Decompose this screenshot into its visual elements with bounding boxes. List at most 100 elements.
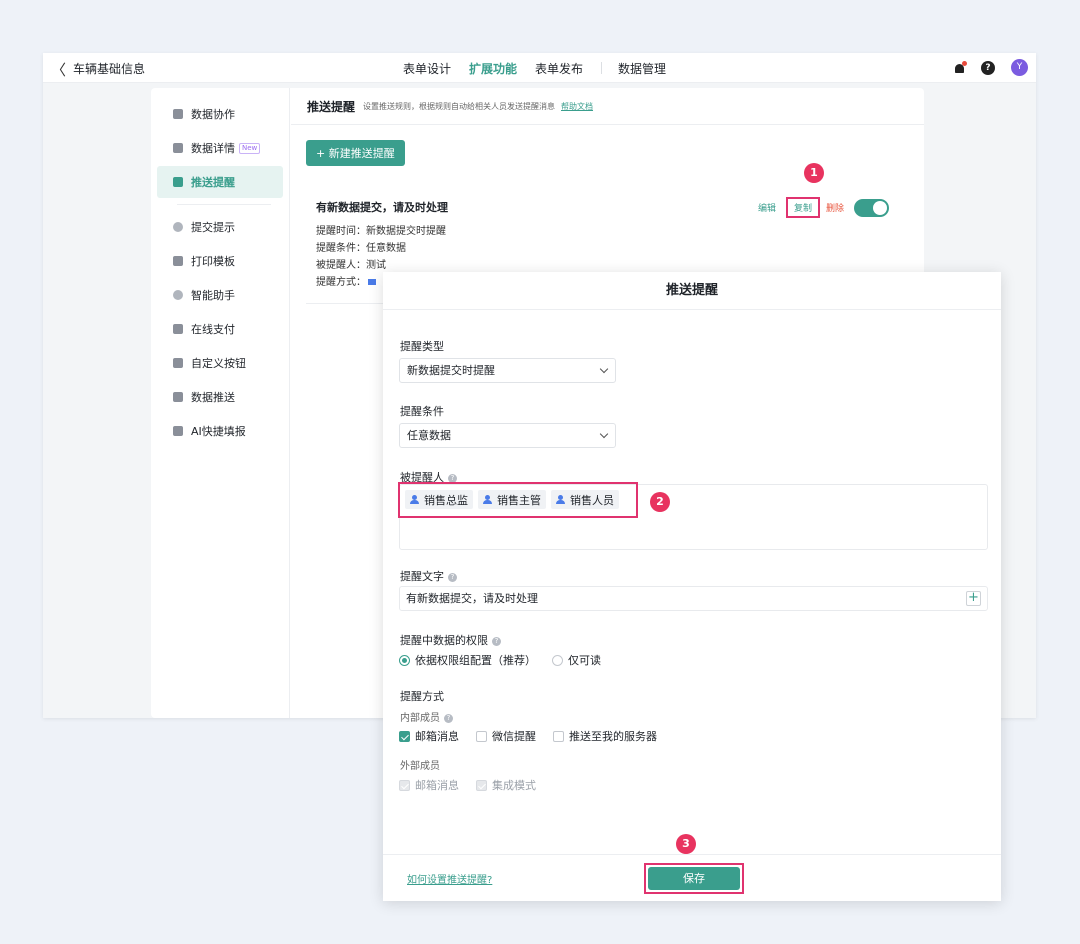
step-marker-2: 2 — [650, 492, 670, 512]
help-icon[interactable]: ? — [981, 60, 995, 75]
modal-footer: 如何设置推送提醒? 保存 — [383, 854, 1001, 901]
permission-radio-group-config[interactable]: 依据权限组配置（推荐） — [399, 652, 536, 668]
checkbox-unchecked-icon — [476, 730, 487, 742]
person-icon — [556, 495, 565, 504]
external-integration-checkbox: 集成模式 — [476, 777, 536, 793]
help-icon[interactable]: ? — [444, 713, 453, 723]
recipient-chip[interactable]: 销售人员 — [551, 490, 619, 509]
notification-bell-icon[interactable] — [954, 60, 967, 75]
enable-toggle[interactable] — [854, 198, 889, 217]
checkbox-label: 推送至我的服务器 — [569, 730, 657, 743]
modal-title: 推送提醒 — [383, 272, 1001, 310]
detail-icon — [173, 143, 183, 153]
check-circle-icon — [173, 222, 183, 232]
checkbox-label: 集成模式 — [492, 779, 536, 792]
internal-server-push-checkbox[interactable]: 推送至我的服务器 — [553, 728, 657, 744]
rule-line-condition: 提醒条件：任意数据 — [316, 243, 406, 254]
ai-icon — [173, 426, 183, 436]
internal-wechat-checkbox[interactable]: 微信提醒 — [476, 728, 536, 744]
rule-actions: 编辑 复制 删除 — [758, 197, 889, 218]
sidebar-item-label: 数据协作 — [191, 108, 235, 121]
radio-label: 仅可读 — [568, 654, 601, 667]
back-arrow-icon[interactable]: 〈 — [51, 59, 66, 80]
checkbox-disabled-icon — [476, 779, 487, 791]
permission-label: 提醒中数据的权限? — [400, 632, 501, 648]
copy-link[interactable]: 复制 — [785, 197, 820, 218]
reminder-text-input[interactable]: 有新数据提交，请及时处理 + — [399, 586, 988, 611]
external-members-label: 外部成员 — [400, 761, 440, 772]
tab-form-design[interactable]: 表单设计 — [403, 60, 451, 77]
recipient-chip[interactable]: 销售总监 — [405, 490, 473, 509]
sidebar: 数据协作 数据详情 New 推送提醒 提交提示 打印模板 智能助手 在线支付 自… — [151, 88, 290, 718]
sidebar-item-smart-assistant[interactable]: 智能助手 — [157, 279, 283, 311]
tab-form-publish[interactable]: 表单发布 — [535, 60, 583, 77]
rule-line-time: 提醒时间：新数据提交时提醒 — [316, 226, 446, 237]
edit-link[interactable]: 编辑 — [758, 201, 776, 214]
sidebar-item-submit-tip[interactable]: 提交提示 — [157, 211, 283, 243]
checkbox-checked-icon — [399, 730, 410, 742]
checkbox-unchecked-icon — [553, 730, 564, 742]
page-title: 推送提醒 — [307, 99, 356, 114]
radio-checked-icon — [399, 654, 410, 666]
sidebar-item-data-collab[interactable]: 数据协作 — [157, 98, 283, 130]
tab-extensions[interactable]: 扩展功能 — [469, 60, 517, 77]
internal-members-label: 内部成员? — [400, 709, 453, 724]
help-icon[interactable]: ? — [492, 636, 501, 646]
reminder-condition-label: 提醒条件 — [400, 405, 444, 418]
save-button[interactable]: 保存 — [648, 867, 740, 890]
sidebar-item-online-payment[interactable]: 在线支付 — [157, 313, 283, 345]
sidebar-item-push-reminder[interactable]: 推送提醒 — [157, 166, 283, 198]
sidebar-item-label: 提交提示 — [191, 221, 235, 234]
permission-radio-readonly[interactable]: 仅可读 — [552, 652, 601, 668]
insert-field-plus-icon[interactable]: + — [966, 591, 981, 606]
sidebar-item-custom-button[interactable]: 自定义按钮 — [157, 347, 283, 379]
radio-unchecked-icon — [552, 654, 563, 666]
sidebar-item-label: 数据详情 — [191, 142, 235, 155]
tab-data-management[interactable]: 数据管理 — [618, 60, 666, 77]
printer-icon — [173, 256, 183, 266]
reminder-condition-value: 任意数据 — [407, 429, 451, 442]
avatar[interactable]: Y — [1011, 59, 1028, 76]
sidebar-item-label: AI快捷填报 — [191, 425, 246, 438]
help-icon[interactable]: ? — [448, 572, 457, 582]
rule-line-method-label: 提醒方式： — [316, 277, 366, 288]
sidebar-item-label: 在线支付 — [191, 323, 235, 336]
sidebar-item-label: 自定义按钮 — [191, 357, 246, 370]
top-tabs: 表单设计 扩展功能 表单发布 数据管理 — [403, 53, 684, 83]
table-icon — [173, 109, 183, 119]
reminder-type-select[interactable]: 新数据提交时提醒 — [399, 358, 616, 383]
reminder-condition-select[interactable]: 任意数据 — [399, 423, 616, 448]
message-icon — [173, 177, 183, 187]
sidebar-item-print-template[interactable]: 打印模板 — [157, 245, 283, 277]
content-header: 推送提醒 设置推送规则，根据规则自动给相关人员发送提醒消息 帮助文档 — [291, 88, 924, 125]
sidebar-item-data-detail[interactable]: 数据详情 New — [157, 132, 283, 164]
recipient-name: 销售人员 — [570, 493, 614, 507]
payment-icon — [173, 324, 183, 334]
chevron-down-icon — [599, 429, 609, 439]
sidebar-item-data-push[interactable]: 数据推送 — [157, 381, 283, 413]
help-doc-link[interactable]: 帮助文档 — [561, 101, 593, 112]
reminder-type-label: 提醒类型 — [400, 340, 444, 353]
checkbox-label: 邮箱消息 — [415, 779, 459, 792]
new-push-reminder-button[interactable]: + 新建推送提醒 — [306, 140, 405, 166]
reminder-text-label-text: 提醒文字 — [400, 570, 444, 583]
chevron-down-icon — [599, 364, 609, 374]
app-title: 车辆基础信息 — [73, 62, 146, 76]
step-marker-1: 1 — [804, 163, 824, 183]
topbar-icons: ? Y — [954, 59, 1028, 76]
permission-label-text: 提醒中数据的权限 — [400, 634, 488, 647]
internal-email-checkbox[interactable]: 邮箱消息 — [399, 728, 459, 744]
push-icon — [173, 392, 183, 402]
toggle-knob — [873, 200, 887, 215]
recipient-chip[interactable]: 销售主管 — [478, 490, 546, 509]
how-to-link[interactable]: 如何设置推送提醒? — [407, 871, 492, 886]
reminder-text-label: 提醒文字? — [400, 568, 457, 584]
reminder-text-value: 有新数据提交，请及时处理 — [406, 592, 538, 605]
step-marker-3: 3 — [676, 834, 696, 854]
tab-divider — [601, 62, 603, 74]
checkbox-label: 微信提醒 — [492, 730, 536, 743]
button-icon — [173, 358, 183, 368]
sidebar-item-ai-fill[interactable]: AI快捷填报 — [157, 415, 283, 447]
delete-link[interactable]: 删除 — [826, 201, 844, 214]
person-icon — [410, 495, 419, 504]
